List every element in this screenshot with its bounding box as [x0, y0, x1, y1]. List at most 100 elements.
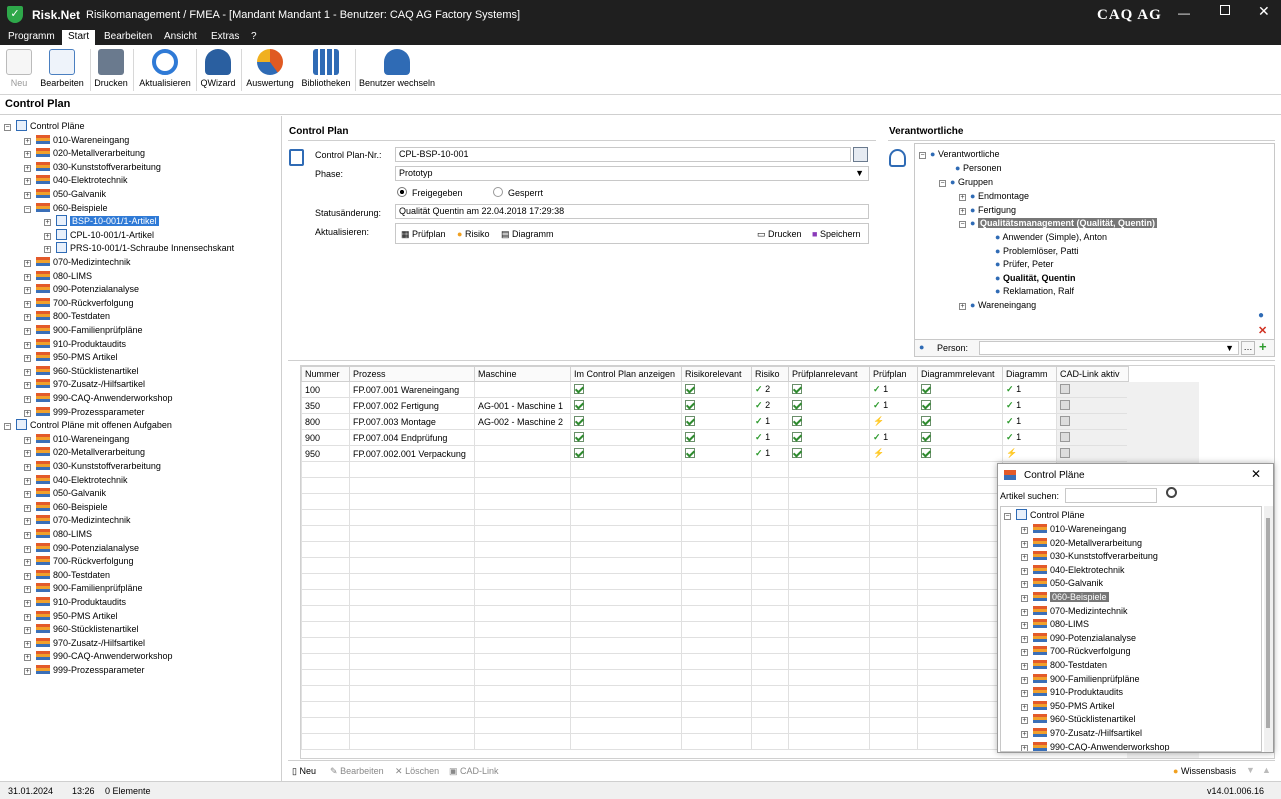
tree-folder[interactable]: +020-Metallverarbeitung: [24, 446, 145, 459]
tree-folder[interactable]: +090-Potenzialanalyse: [24, 542, 139, 555]
checkbox[interactable]: [574, 400, 584, 410]
col-im-control-plan[interactable]: Im Control Plan anzeigen: [570, 366, 682, 382]
ribbon-libraries-button[interactable]: Bibliotheken: [300, 47, 352, 93]
minimize-button[interactable]: —: [1178, 6, 1190, 20]
tree-folder[interactable]: +900-Familienprüfpläne: [24, 582, 143, 595]
resp-member[interactable]: ● Qualität, Quentin: [995, 272, 1075, 285]
checkbox[interactable]: [792, 432, 802, 442]
tree-document[interactable]: + CPL-10-001/1-Artikel: [44, 228, 154, 242]
checkbox[interactable]: [685, 448, 695, 458]
checkbox[interactable]: [574, 384, 584, 394]
checkbox[interactable]: [574, 448, 584, 458]
col-maschine[interactable]: Maschine: [474, 366, 571, 382]
tree-folder[interactable]: +060-Beispiele: [24, 501, 108, 514]
popup-tree-folder[interactable]: +900-Familienprüfpläne: [1021, 673, 1140, 686]
popup-tree-folder[interactable]: +060-Beispiele: [1021, 591, 1109, 604]
menu-programm[interactable]: Programm: [2, 30, 61, 45]
tree-folder[interactable]: +960-Stücklistenartikel: [24, 623, 139, 636]
tree-document[interactable]: + BSP-10-001/1-Artikel: [44, 215, 159, 228]
tree-folder[interactable]: +800-Testdaten: [24, 310, 110, 323]
popup-tree-folder[interactable]: +090-Potenzialanalyse: [1021, 632, 1136, 645]
ribbon-qwizard-button[interactable]: QWizard: [199, 47, 237, 93]
tree-folder[interactable]: +910-Produktaudits: [24, 596, 126, 609]
ribbon-evaluation-button[interactable]: Auswertung: [244, 47, 296, 93]
popup-close-button[interactable]: ✕: [1251, 467, 1261, 481]
popup-tree-folder[interactable]: +950-PMS Artikel: [1021, 700, 1115, 713]
risiko-button[interactable]: ● Risiko: [457, 229, 489, 239]
col-prozess[interactable]: Prozess: [349, 366, 475, 382]
tree-folder[interactable]: +010-Wareneingang: [24, 433, 129, 446]
plan-nr-field[interactable]: CPL-BSP-10-001: [395, 147, 851, 162]
tree-folder[interactable]: +020-Metallverarbeitung: [24, 147, 145, 160]
grid-edit-button[interactable]: ✎ Bearbeiten: [330, 766, 384, 777]
checkbox[interactable]: [921, 384, 931, 394]
delete-icon[interactable]: ✕: [1258, 324, 1267, 337]
popup-tree-folder[interactable]: +070-Medizintechnik: [1021, 605, 1128, 618]
pruefplan-button[interactable]: ▦ Prüfplan: [401, 229, 446, 240]
checkbox[interactable]: [792, 448, 802, 458]
menu-extras[interactable]: Extras: [205, 30, 245, 45]
tree-folder[interactable]: +999-Prozessparameter: [24, 664, 145, 677]
popup-tree-folder[interactable]: +970-Zusatz-/Hilfsartikel: [1021, 727, 1142, 740]
checkbox[interactable]: [1060, 448, 1070, 458]
close-window-button[interactable]: ✕: [1258, 3, 1270, 20]
ribbon-switch-user-button[interactable]: Benutzer wechseln: [358, 47, 436, 93]
ribbon-edit-button[interactable]: Bearbeiten: [38, 47, 86, 93]
table-row[interactable]: 800 FP.007.003 Montage AG-002 - Maschine 2…: [301, 413, 1129, 430]
tree-folder[interactable]: +960-Stücklistenartikel: [24, 365, 139, 378]
tree-folder[interactable]: +950-PMS Artikel: [24, 351, 118, 364]
checkbox[interactable]: [1060, 384, 1070, 394]
resp-persons[interactable]: ● Personen: [955, 162, 1001, 175]
checkbox[interactable]: [921, 400, 931, 410]
col-nummer[interactable]: Nummer: [301, 366, 350, 382]
resp-group-wareneingang[interactable]: + ● Wareneingang: [959, 299, 1036, 312]
arrow-up-icon[interactable]: ▲: [1262, 765, 1271, 775]
checkbox[interactable]: [685, 432, 695, 442]
tree-folder[interactable]: +900-Familienprüfpläne: [24, 324, 143, 337]
tree-folder[interactable]: +010-Wareneingang: [24, 134, 129, 147]
resp-group-qm[interactable]: − ● Qualitätsmanagement (Qualität, Quenti…: [959, 217, 1157, 230]
add-icon[interactable]: +: [1259, 339, 1267, 354]
resp-group-endmontage[interactable]: + ● Endmontage: [959, 190, 1029, 203]
checkbox[interactable]: [921, 448, 931, 458]
grid-new-button[interactable]: ▯ Neu: [292, 766, 316, 777]
resp-member[interactable]: ● Problemlöser, Patti: [995, 245, 1079, 258]
print-button[interactable]: ▭ Drucken: [757, 229, 802, 240]
popup-tree-folder[interactable]: +030-Kunststoffverarbeitung: [1021, 550, 1158, 563]
person-select[interactable]: ▼: [979, 341, 1239, 355]
tree-folder[interactable]: +050-Galvanik: [24, 188, 106, 201]
tree-folder[interactable]: +800-Testdaten: [24, 569, 110, 582]
tree-document[interactable]: + PRS-10-001/1-Schraube Innensechskant: [44, 242, 234, 255]
menu-help[interactable]: ?: [245, 30, 263, 45]
tree-folder[interactable]: +700-Rückverfolgung: [24, 555, 134, 568]
tree-folder[interactable]: +990-CAQ-Anwenderworkshop: [24, 650, 173, 663]
ribbon-refresh-button[interactable]: Aktualisieren: [136, 47, 194, 93]
ellipsis-button[interactable]: …: [1241, 341, 1255, 355]
calculator-icon[interactable]: [853, 147, 868, 162]
tree-folder[interactable]: +050-Galvanik: [24, 487, 106, 500]
popup-tree-folder[interactable]: +010-Wareneingang: [1021, 523, 1126, 536]
popup-tree-folder[interactable]: +050-Galvanik: [1021, 577, 1103, 590]
checkbox[interactable]: [921, 416, 931, 426]
resp-member[interactable]: ● Anwender (Simple), Anton: [995, 231, 1107, 244]
resp-group-fertigung[interactable]: + ● Fertigung: [959, 204, 1016, 217]
phase-select[interactable]: Prototyp ▼: [395, 166, 869, 181]
col-pruefplan[interactable]: Prüfplan: [869, 366, 918, 382]
resp-member[interactable]: ● Reklamation, Ralf: [995, 285, 1074, 298]
col-risiko[interactable]: Risiko: [751, 366, 789, 382]
tree-folder[interactable]: −060-Beispiele: [24, 202, 108, 215]
checkbox[interactable]: [685, 416, 695, 426]
checkbox[interactable]: [921, 432, 931, 442]
table-row[interactable]: 100 FP.007.001 Wareneingang ✓ 2 ✓ 1 ✓ 1: [301, 381, 1129, 398]
tree-folder[interactable]: +030-Kunststoffverarbeitung: [24, 161, 161, 174]
popup-tree-folder[interactable]: +700-Rückverfolgung: [1021, 645, 1131, 658]
checkbox[interactable]: [574, 432, 584, 442]
search-icon[interactable]: [1166, 487, 1177, 498]
tree-folder[interactable]: +910-Produktaudits: [24, 338, 126, 351]
checkbox[interactable]: [792, 416, 802, 426]
tree-folder[interactable]: +070-Medizintechnik: [24, 514, 131, 527]
tree-folder[interactable]: +070-Medizintechnik: [24, 256, 131, 269]
checkbox[interactable]: [685, 384, 695, 394]
popup-tree-folder[interactable]: +020-Metallverarbeitung: [1021, 537, 1142, 550]
popup-tree-folder[interactable]: +990-CAQ-Anwenderworkshop: [1021, 741, 1170, 751]
